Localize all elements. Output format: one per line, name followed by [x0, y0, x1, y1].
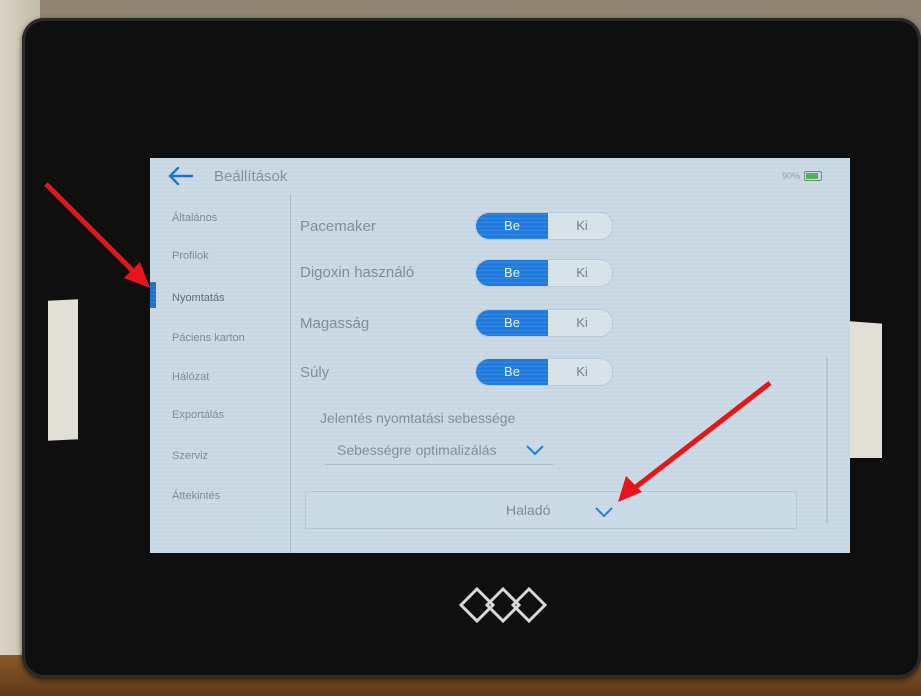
print-speed-value: Sebességre optimalizálás: [337, 442, 497, 458]
chevron-down-icon: [595, 507, 613, 518]
settings-sidebar: Általános Profilok Nyomtatás Páciens kar…: [150, 194, 288, 553]
row-label-suly: Súly: [300, 364, 330, 381]
row-label-pacemaker: Pacemaker: [300, 218, 376, 235]
sidebar-item-szerviz[interactable]: Szerviz: [172, 450, 208, 462]
toggle-off-option[interactable]: Ki: [552, 213, 612, 239]
sidebar-item-profilok[interactable]: Profilok: [172, 250, 209, 262]
print-speed-label: Jelentés nyomtatási sebessége: [320, 410, 516, 426]
battery-icon: [804, 171, 822, 181]
row-label-magassag: Magasság: [300, 315, 370, 332]
sidebar-item-nyomtatas[interactable]: Nyomtatás: [172, 292, 225, 304]
btl-logo-icon: [458, 586, 548, 624]
row-label-digoxin: Digoxin használó: [300, 264, 415, 281]
toggle-on-option[interactable]: Be: [476, 260, 548, 286]
sidebar-active-indicator: [150, 282, 156, 308]
sidebar-divider: [290, 194, 291, 553]
light-glare: [48, 299, 78, 441]
sidebar-item-altalanos[interactable]: Általános: [172, 212, 217, 224]
top-bar: Beállítások 90%: [150, 158, 850, 194]
suly-toggle[interactable]: Be Ki: [475, 358, 613, 386]
toggle-on-option[interactable]: Be: [476, 213, 548, 239]
battery-level: [806, 173, 818, 179]
digoxin-toggle[interactable]: Be Ki: [475, 259, 613, 287]
toggle-on-option[interactable]: Be: [476, 310, 548, 336]
arrow-left-icon: [168, 166, 194, 186]
scrollbar[interactable]: [826, 358, 828, 523]
sidebar-item-attekintes[interactable]: Áttekintés: [172, 490, 220, 502]
back-button[interactable]: [166, 164, 194, 188]
print-speed-dropdown[interactable]: Sebességre optimalizálás: [325, 438, 553, 465]
battery-percentage: 90%: [781, 171, 800, 181]
advanced-section-toggle[interactable]: Haladó: [305, 491, 797, 529]
toggle-on-option[interactable]: Be: [476, 359, 548, 385]
pacemaker-toggle[interactable]: Be Ki: [475, 212, 613, 240]
toggle-off-option[interactable]: Ki: [552, 310, 612, 336]
magassag-toggle[interactable]: Be Ki: [475, 309, 613, 337]
toggle-off-option[interactable]: Ki: [552, 359, 612, 385]
sidebar-item-exportalas[interactable]: Exportálás: [172, 409, 224, 421]
toggle-off-option[interactable]: Ki: [552, 260, 612, 286]
page-title: Beállítások: [214, 168, 288, 185]
chevron-down-icon: [526, 445, 544, 456]
advanced-label: Haladó: [506, 502, 551, 518]
sidebar-item-halozat[interactable]: Hálózat: [172, 371, 209, 383]
sidebar-item-paciens-karton[interactable]: Páciens karton: [172, 332, 245, 344]
device-screen: Beállítások 90% Általános Profilok Nyomt…: [150, 158, 850, 553]
